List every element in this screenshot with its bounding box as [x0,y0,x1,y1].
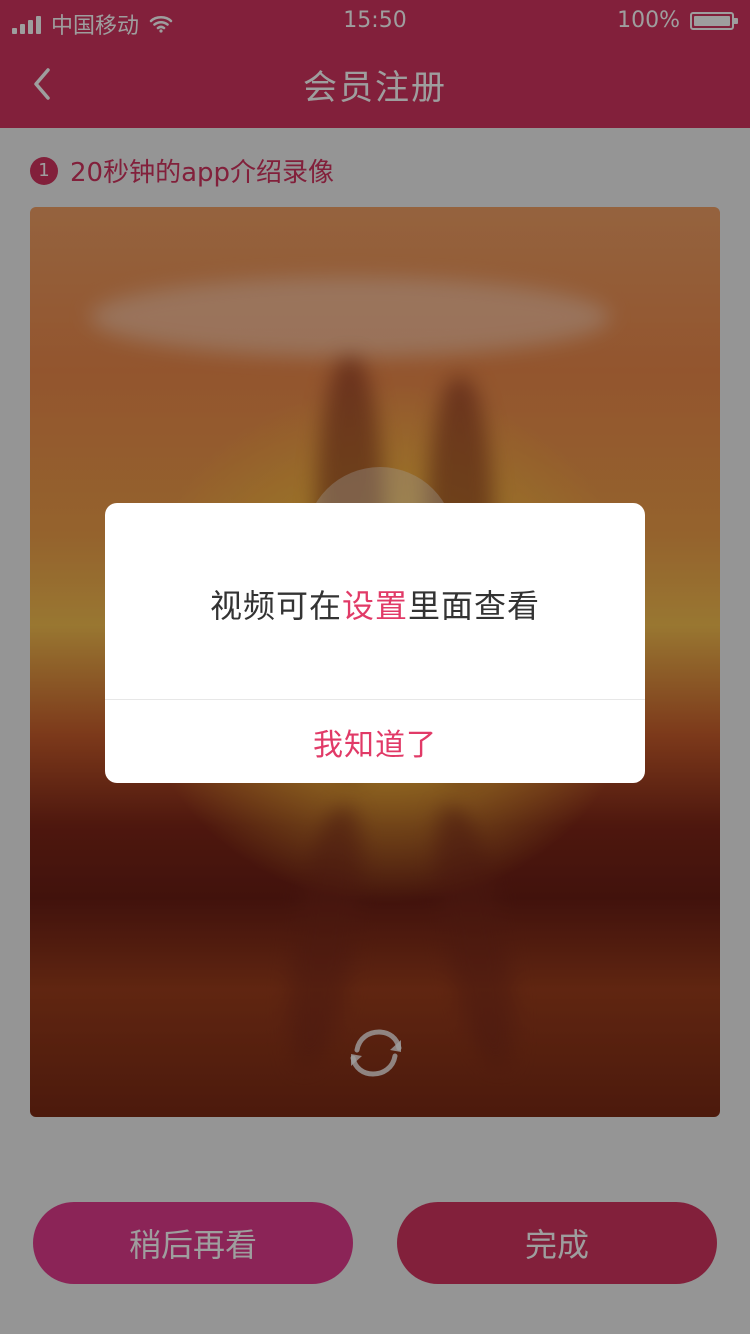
dialog-message-suffix: 里面查看 [408,587,541,625]
info-dialog: 视频可在设置里面查看 我知道了 [105,503,645,783]
dialog-message-prefix: 视频可在 [209,587,342,625]
dialog-message-highlight: 设置 [341,587,408,625]
dialog-message: 视频可在设置里面查看 [105,581,645,627]
dialog-confirm-button[interactable]: 我知道了 [105,700,645,783]
